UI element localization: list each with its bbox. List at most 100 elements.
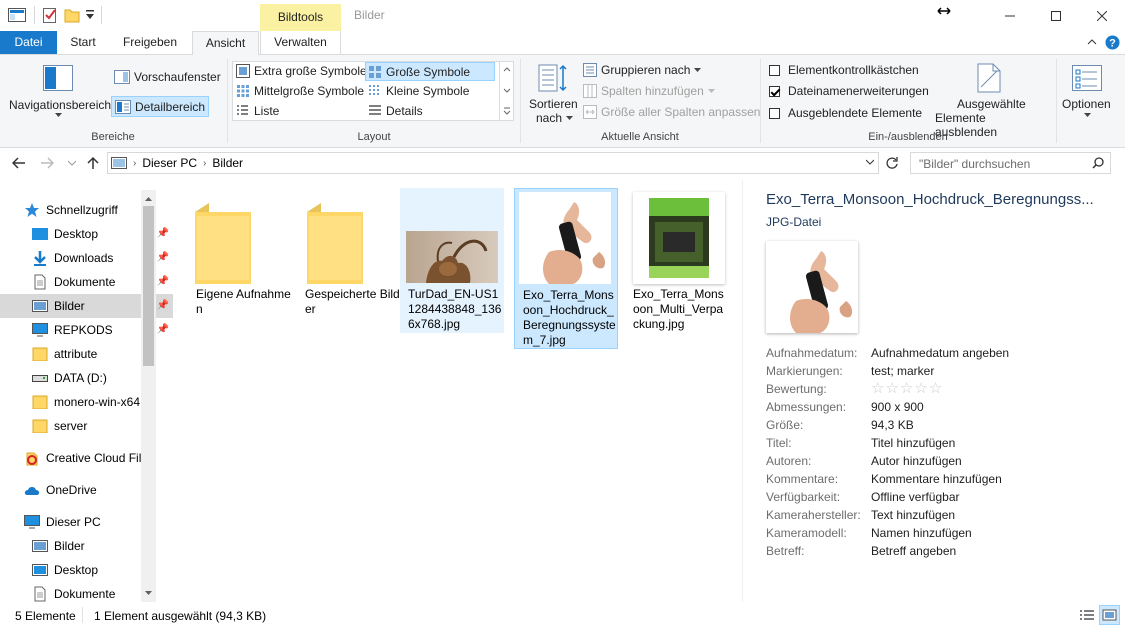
close-button[interactable] <box>1079 0 1125 31</box>
large-icons-view-toggle[interactable] <box>1099 605 1120 625</box>
details-value[interactable]: Text hinzufügen <box>871 506 955 524</box>
hidden-items-checkbox[interactable] <box>769 107 780 119</box>
recent-locations-button[interactable] <box>68 160 76 166</box>
back-arrow-icon <box>12 157 25 169</box>
breadcrumb-separator-icon: › <box>133 157 137 169</box>
sort-by-button[interactable]: Sortieren nach <box>526 61 578 127</box>
navigation-pane-button[interactable]: Navigationsbereich <box>6 63 111 123</box>
star-icon[interactable]: ☆ <box>885 380 899 397</box>
extra-large-icons-icon <box>236 64 250 78</box>
item-checkboxes-checkbox[interactable] <box>769 64 780 76</box>
tab-start[interactable]: Start <box>60 31 106 54</box>
layout-option-list[interactable]: Liste <box>236 104 279 118</box>
layout-option-label: Kleine Symbole <box>386 84 470 98</box>
file-item[interactable]: TurDad_EN-US11284438848_1366x768.jpg <box>400 188 504 333</box>
gallery-scroll[interactable] <box>499 62 514 120</box>
layout-option-label: Details <box>386 104 423 118</box>
file-extensions-toggle[interactable]: Dateinamenerweiterungen <box>769 84 929 98</box>
layout-option-details[interactable]: Details <box>368 104 423 118</box>
file-item-selected[interactable]: Exo_Terra_Monsoon_Hochdruck_Beregnungssy… <box>514 188 618 349</box>
title-bar: Bildtools Bilder <box>0 0 1125 31</box>
star-icon[interactable]: ☆ <box>929 380 943 397</box>
details-key: Aufnahmedatum: <box>766 346 858 360</box>
add-columns-icon <box>583 84 597 98</box>
layout-option-small[interactable]: Kleine Symbole <box>368 84 469 98</box>
item-checkboxes-toggle[interactable]: Elementkontrollkästchen <box>769 63 919 77</box>
collapse-ribbon-icon[interactable] <box>1087 38 1097 46</box>
large-icons-view-icon <box>1102 609 1117 621</box>
size-columns-button[interactable]: Größe aller Spalten anpassen <box>583 105 760 119</box>
star-icon[interactable]: ☆ <box>871 380 885 397</box>
search-input[interactable]: "Bilder" durchsuchen <box>919 157 1030 171</box>
help-icon[interactable]: ? <box>1105 35 1120 50</box>
nav-item-label: attribute <box>54 347 98 361</box>
address-bar[interactable]: › Dieser PC › Bilder <box>107 152 879 174</box>
layout-option-extra-large[interactable]: Extra große Symbole <box>236 64 367 78</box>
tab-file[interactable]: Datei <box>0 31 57 54</box>
group-by-button[interactable]: Gruppieren nach <box>583 63 702 77</box>
nav-item-label: Dieser PC <box>46 515 101 529</box>
tab-view[interactable]: Ansicht <box>192 31 259 55</box>
window-title: Bilder <box>354 8 385 22</box>
breadcrumb-this-pc[interactable]: Dieser PC <box>142 156 197 170</box>
navigation-pane-icon <box>43 65 73 91</box>
desktop-icon <box>32 564 48 576</box>
details-value[interactable]: Aufnahmedatum angeben <box>871 344 1009 362</box>
refresh-button[interactable] <box>885 156 899 170</box>
details-key: Betreff: <box>766 544 805 558</box>
file-name: Gespeicherte Bilder <box>305 287 400 316</box>
new-folder-icon[interactable] <box>64 7 80 23</box>
sort-by-label-2: nach <box>536 111 574 125</box>
status-bar: 5 Elemente 1 Element ausgewählt (94,3 KB… <box>0 603 1125 628</box>
star-icon[interactable]: ☆ <box>914 380 928 397</box>
back-button[interactable] <box>12 157 26 169</box>
file-extensions-checkbox[interactable] <box>769 85 780 97</box>
details-value[interactable]: Namen hinzufügen <box>871 524 972 542</box>
address-dropdown-button[interactable] <box>866 159 874 165</box>
details-value[interactable]: Kommentare hinzufügen <box>871 470 1002 488</box>
maximize-button[interactable] <box>1033 0 1079 31</box>
details-title: Exo_Terra_Monsoon_Hochdruck_Beregnungss.… <box>766 191 1094 208</box>
chevron-down-icon <box>566 115 574 120</box>
hidden-items-toggle[interactable]: Ausgeblendete Elemente <box>769 106 922 120</box>
details-value[interactable]: Betreff angeben <box>871 542 956 560</box>
details-pane-divider[interactable] <box>742 180 743 602</box>
minimize-button[interactable] <box>987 0 1033 31</box>
breadcrumb-pictures[interactable]: Bilder <box>212 156 243 170</box>
group-label-layout: Layout <box>357 131 391 143</box>
medium-icons-icon <box>237 85 249 97</box>
hide-selected-button[interactable]: Ausgewählte Elemente ausblenden <box>930 61 1050 139</box>
layout-option-large[interactable]: Große Symbole <box>365 62 495 81</box>
add-columns-button[interactable]: Spalten hinzufügen <box>583 84 715 98</box>
customize-qat-icon[interactable] <box>85 9 95 21</box>
rating-stars[interactable]: ☆☆☆☆☆ <box>871 380 943 398</box>
svg-text:?: ? <box>1109 38 1116 50</box>
preview-pane-button[interactable]: Vorschaufenster <box>114 70 221 84</box>
layout-option-label: Mittelgroße Symbole <box>254 84 365 98</box>
details-value[interactable]: Autor hinzufügen <box>871 452 962 470</box>
file-item[interactable]: Exo_Terra_Monsoon_Multi_Verpackung.jpg <box>625 188 729 333</box>
onedrive-icon <box>24 487 40 495</box>
up-button[interactable] <box>87 156 99 170</box>
tab-share[interactable]: Freigeben <box>114 31 186 54</box>
properties-icon[interactable] <box>42 6 58 24</box>
file-item[interactable]: Eigene Aufnahmen <box>188 188 292 316</box>
layout-option-medium[interactable]: Mittelgroße Symbole <box>236 84 364 98</box>
options-button[interactable]: Optionen <box>1058 61 1118 127</box>
folder-icon <box>32 419 48 433</box>
details-pane-button[interactable]: Detailbereich <box>111 96 210 117</box>
star-icon[interactable]: ☆ <box>900 380 914 397</box>
details-key: Titel: <box>766 436 792 450</box>
details-value[interactable]: test; marker <box>871 362 934 380</box>
details-view-toggle[interactable] <box>1077 606 1097 625</box>
nav-scrollbar[interactable] <box>141 190 156 602</box>
forward-button[interactable] <box>40 157 54 169</box>
chevron-down-icon <box>68 160 76 166</box>
nozzle-image-thumbnail <box>519 192 611 284</box>
window-icon[interactable] <box>8 8 26 22</box>
file-item[interactable]: Gespeicherte Bilder <box>297 188 401 316</box>
tab-manage[interactable]: Verwalten <box>260 31 341 54</box>
layout-option-label: Liste <box>254 104 280 118</box>
search-box[interactable]: "Bilder" durchsuchen <box>910 152 1111 174</box>
details-value[interactable]: Titel hinzufügen <box>871 434 955 452</box>
